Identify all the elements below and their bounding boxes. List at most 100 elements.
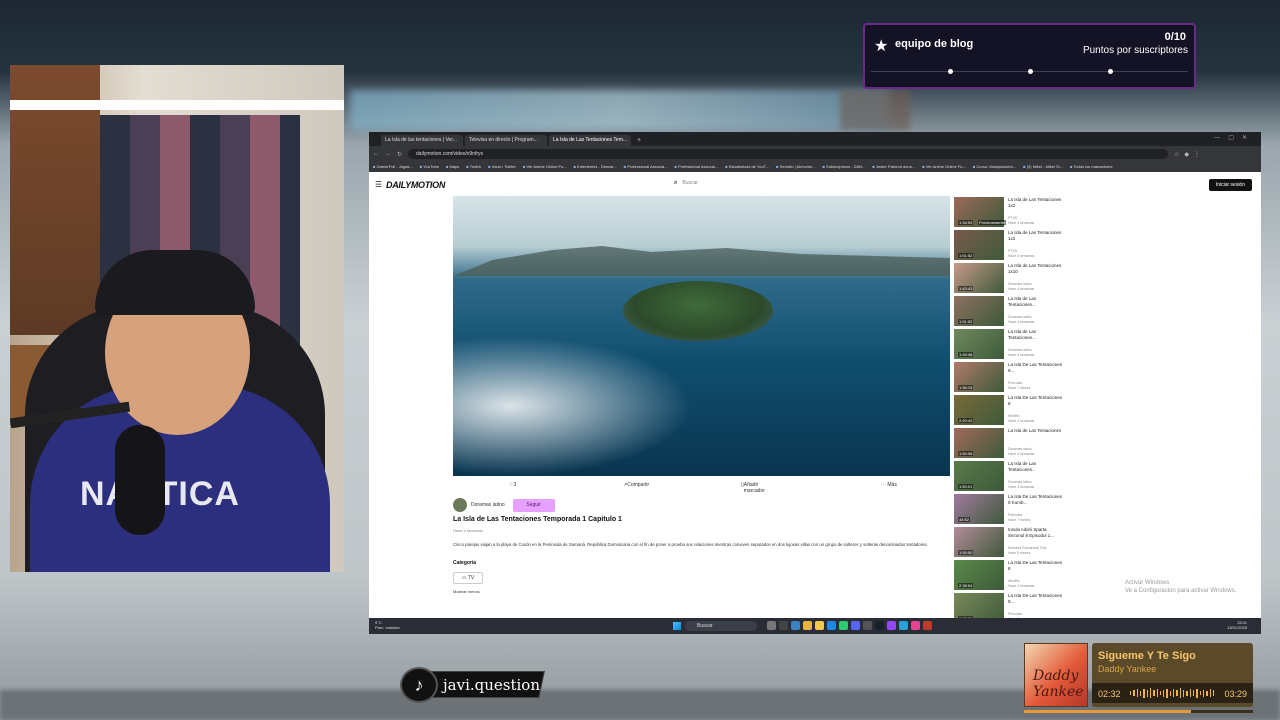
related-video-channel[interactable]: Doramas latino <box>1008 348 1034 353</box>
related-video-item[interactable]: 1:34:53 Próximamente La Isla de Las Tentac… <box>954 196 1064 229</box>
steam-icon[interactable] <box>875 621 884 630</box>
related-video-title[interactable]: La Isla de Las Tentaciones... <box>1008 296 1064 307</box>
app-icon[interactable] <box>899 621 908 630</box>
bookmark-item[interactable]: Professional Associa... <box>624 162 667 172</box>
related-video-title[interactable]: La Isla De Las Tentaciones 9... <box>1008 362 1064 373</box>
channel-avatar[interactable] <box>453 498 467 512</box>
app-icon[interactable] <box>863 621 872 630</box>
related-video-title[interactable]: La Isla De Las Tentaciones 9 Kumb... <box>1008 494 1064 505</box>
extensions-icon[interactable]: ☆◆⋮ <box>1174 151 1205 158</box>
weather-widget[interactable]: 9°C Parc. nublado <box>375 620 400 630</box>
obs-icon[interactable] <box>923 621 932 630</box>
menu-icon[interactable]: ☰ <box>375 180 382 189</box>
bookmark-item[interactable]: (3) Mikel - Mikel Si... <box>1023 162 1063 172</box>
video-thumbnail[interactable]: 1:51:52 <box>954 230 1004 260</box>
related-video-title[interactable]: La Isla de Las Tentaciones 1x2 <box>1008 230 1064 241</box>
video-player[interactable] <box>453 196 950 476</box>
browser-tab-active[interactable]: La Isla de Las Tentaciones Tem... <box>549 135 631 146</box>
bookmark-item[interactable]: Professional Associa... <box>674 162 718 172</box>
reload-icon[interactable]: ↻ <box>397 151 402 158</box>
windows-start-icon[interactable] <box>673 622 681 630</box>
video-thumbnail[interactable]: 44:52 <box>954 494 1004 524</box>
bookmark-item[interactable]: YouTube <box>420 162 439 172</box>
bookmark-item[interactable]: GamerFull - Jugas... <box>373 162 413 172</box>
related-video-title[interactable]: La Isla De Las Tentaciones 8 <box>1008 560 1064 571</box>
bookmark-item[interactable]: Maps <box>446 162 459 172</box>
bookmark-item[interactable]: Jester Patreon dono... <box>872 162 915 172</box>
related-video-item[interactable]: 1:56:15 La Isla De Las Tentaciones 9... Pe… <box>954 361 1064 394</box>
bookmark-item[interactable]: Ver Anime Online Fu... <box>922 162 966 172</box>
video-thumbnail[interactable]: 2:20:43 <box>954 395 1004 425</box>
like-button[interactable]: ♡ 3 <box>509 482 516 488</box>
back-icon[interactable]: ← <box>373 151 379 157</box>
file-explorer-icon[interactable] <box>803 621 812 630</box>
related-video-item[interactable]: 2:38:54 La Isla De Las Tentaciones 8 Mexif… <box>954 559 1064 592</box>
twitch-icon[interactable] <box>887 621 896 630</box>
related-video-channel[interactable]: Doramas latino <box>1008 447 1034 452</box>
discord-icon[interactable] <box>851 621 860 630</box>
category-chip[interactable]: ▭ TV <box>453 572 483 584</box>
window-controls[interactable]: —▢✕ <box>1214 134 1255 141</box>
related-video-title[interactable]: La Isla de Las Tentaciones 1x2 <box>1008 197 1064 208</box>
video-thumbnail[interactable]: 1:34:53 Próximamente <box>954 197 1006 227</box>
video-thumbnail[interactable]: 1:50:01 <box>954 461 1004 491</box>
video-thumbnail[interactable]: 1:43:43 <box>954 263 1004 293</box>
bookmark-item[interactable]: Estadísticas de YouT... <box>725 162 769 172</box>
bookmark-item[interactable]: Twitch <box>466 162 481 172</box>
related-video-title[interactable]: La Isla de Las Tentaciones <box>1008 428 1064 434</box>
forward-icon[interactable]: → <box>385 151 391 157</box>
related-video-channel[interactable]: Emisiuni Romanesti Onli... <box>1008 546 1049 551</box>
follow-button[interactable]: Seguir <box>512 498 555 512</box>
edge-icon[interactable] <box>827 621 836 630</box>
related-video-item[interactable]: 1:49:48 La Isla de Las Tentaciones... Dora… <box>954 328 1064 361</box>
related-video-item[interactable]: 2:20:43 La Isla De Las Tentaciones 8 Mexif… <box>954 394 1064 427</box>
bookmark-item[interactable]: Subscriptions - DAN... <box>823 162 865 172</box>
video-thumbnail[interactable]: 1:51:52 <box>954 296 1004 326</box>
search-input[interactable]: ⌕ Buscar <box>674 180 698 187</box>
related-video-item[interactable]: 1:59:50 Insula Iubirii Sparta Sezonul 8 E… <box>954 526 1064 559</box>
taskbar-search[interactable]: Buscar <box>685 621 757 631</box>
bookmark-item[interactable]: Curso: Manipulación... <box>973 162 1016 172</box>
bookmark-item[interactable]: Entretenimi - Descar... <box>574 162 617 172</box>
video-thumbnail[interactable]: 2:38:54 <box>954 560 1004 590</box>
related-video-item[interactable]: 44:52 La Isla De Las Tentaciones 9 Kumb..… <box>954 493 1064 526</box>
related-video-item[interactable]: 1:51:52 La Isla de Las Tentaciones... Dora… <box>954 295 1064 328</box>
taskbar-clock[interactable]: 15:01 13/01/2026 <box>1227 620 1247 630</box>
video-thumbnail[interactable]: 1:50:08 <box>954 428 1004 458</box>
new-tab-icon[interactable]: + <box>637 135 641 146</box>
related-video-title[interactable]: La Isla de Las Tentaciones 1x10 <box>1008 263 1064 274</box>
video-thumbnail[interactable]: 1:59:50 <box>954 527 1004 557</box>
browser-tab[interactable]: La Isla de las tentaciones | Ver... <box>381 135 463 146</box>
video-thumbnail[interactable]: 1:49:48 <box>954 329 1004 359</box>
dailymotion-logo[interactable]: DAILYMOTION <box>386 180 445 190</box>
related-video-item[interactable]: 1:51:52 La Isla de Las Tentaciones 1x2 PTV… <box>954 229 1064 262</box>
bookmark-button[interactable]: ▯ Añadir marcador <box>741 482 765 494</box>
chrome-icon[interactable] <box>815 621 824 630</box>
share-button[interactable]: ↗ Compartir <box>623 482 649 488</box>
related-video-item[interactable]: 1:43:43 La Isla de Las Tentaciones 1x10 Do… <box>954 262 1064 295</box>
related-video-channel[interactable]: Doramas latino <box>1008 315 1034 320</box>
related-video-title[interactable]: Insula Iubirii Sparta Sezonul 8 Episodul… <box>1008 527 1064 538</box>
video-thumbnail[interactable]: 1:56:15 <box>954 362 1004 392</box>
channel-name[interactable]: Doramas latino <box>471 502 505 508</box>
widgets-icon[interactable] <box>779 621 788 630</box>
task-view-icon[interactable] <box>767 621 776 630</box>
bookmark-item[interactable]: Sencillo | Atención... <box>776 162 816 172</box>
url-input[interactable]: dailymotion.com/video/x9nfrys <box>408 149 1169 159</box>
bookmark-item[interactable]: Todos los marcadores <box>1070 162 1112 172</box>
login-button[interactable]: Iniciar sesión <box>1208 179 1252 191</box>
related-video-title[interactable]: La Isla de Las Tentaciones... <box>1008 461 1064 472</box>
bookmark-item[interactable]: Inicio / Twitter <box>488 162 516 172</box>
related-video-title[interactable]: La Isla De Las Tentaciones 8 <box>1008 395 1064 406</box>
related-video-channel[interactable]: Doramas latino <box>1008 480 1034 485</box>
browser-tab[interactable]: Televisa en directo | Program... <box>465 135 547 146</box>
show-less-link[interactable]: Mostrar menos <box>453 589 480 594</box>
related-video-title[interactable]: La Isla de Las Tentaciones... <box>1008 329 1064 340</box>
related-video-item[interactable]: 1:50:01 La Isla de Las Tentaciones... Dora… <box>954 460 1064 493</box>
bookmark-item[interactable]: Ver Anime Online Fu... <box>523 162 567 172</box>
more-button[interactable]: ··· Más <box>881 482 897 488</box>
app-icon[interactable] <box>911 621 920 630</box>
related-video-channel[interactable]: Doramas latino <box>1008 282 1034 287</box>
spotify-icon[interactable] <box>839 621 848 630</box>
related-video-item[interactable]: 1:50:08 La Isla de Las Tentaciones Doramas… <box>954 427 1064 460</box>
